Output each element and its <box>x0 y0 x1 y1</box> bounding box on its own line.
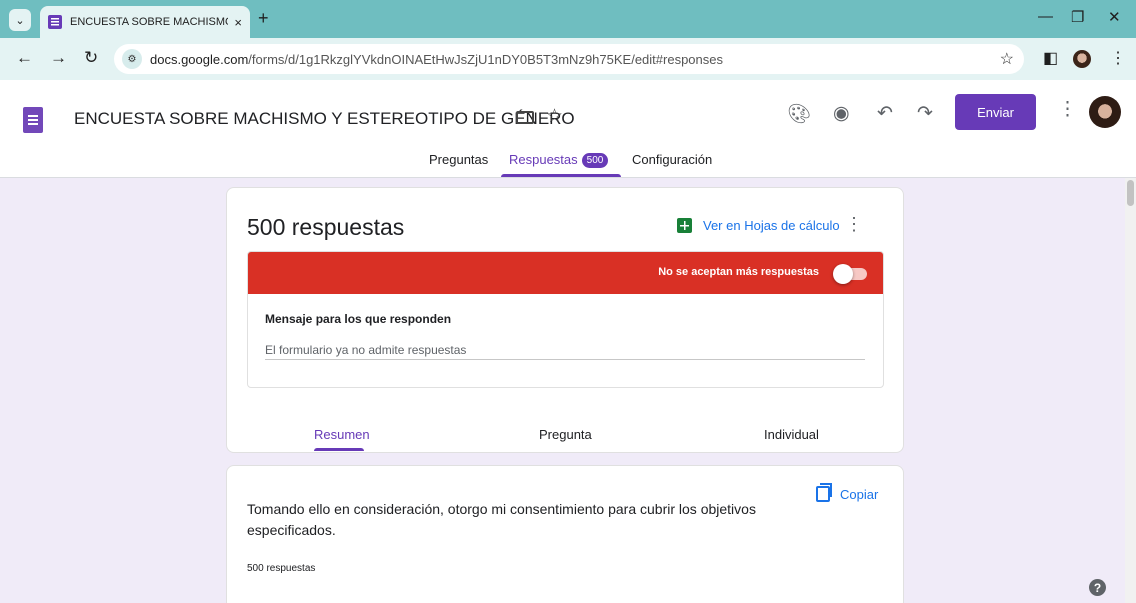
star-icon[interactable]: ☆ <box>546 105 563 128</box>
reload-icon[interactable]: ↻ <box>84 48 98 68</box>
question-title: Tomando ello en consideración, otorgo mi… <box>247 501 756 538</box>
tab-responses[interactable]: Respuestas 500 <box>509 152 609 168</box>
back-arrow-icon[interactable]: ← <box>16 48 33 68</box>
question-summary-card: Copiar Tomando ello en consideración, ot… <box>226 465 904 603</box>
more-options-icon[interactable]: ⋮ <box>1058 98 1077 121</box>
palette-icon[interactable]: 🎨︎ <box>787 102 811 126</box>
copy-icon <box>816 483 832 502</box>
responses-more-icon[interactable]: ⋮ <box>845 214 863 235</box>
redo-icon[interactable]: ↷ <box>917 102 933 125</box>
preview-eye-icon[interactable]: ◉ <box>833 102 850 125</box>
address-bar[interactable]: ⚙ docs.google.com/forms/d/1g1RkzglYVkdnO… <box>114 44 1024 74</box>
restore-icon[interactable]: ❐ <box>1071 8 1084 26</box>
browser-tab-bar: ⌄ ENCUESTA SOBRE MACHISMO × + — ❐ ✕ <box>0 0 1136 38</box>
move-to-folder-icon[interactable] <box>516 111 534 124</box>
profile-avatar-icon[interactable] <box>1073 50 1091 68</box>
browser-menu-icon[interactable]: ⋮ <box>1110 48 1126 68</box>
browser-tab[interactable]: ENCUESTA SOBRE MACHISMO × <box>40 6 250 38</box>
response-count-heading: 500 respuestas <box>247 214 405 240</box>
closed-notice-box: No se aceptan más respuestas Mensaje par… <box>247 251 884 388</box>
browser-toolbar: ← → ↻ ⚙ docs.google.com/forms/d/1g1Rkzgl… <box>0 38 1136 80</box>
toggle-knob[interactable] <box>833 264 853 284</box>
not-accepting-label: No se aceptan más respuestas <box>658 266 819 278</box>
tab-questions[interactable]: Preguntas <box>429 152 488 167</box>
question-response-count: 500 respuestas <box>247 563 316 574</box>
tab-responses-label: Respuestas <box>509 152 578 167</box>
site-info-icon[interactable]: ⚙ <box>122 49 142 69</box>
browser-tab-title: ENCUESTA SOBRE MACHISMO <box>70 16 229 28</box>
help-icon[interactable]: ? <box>1089 579 1106 596</box>
new-tab-icon[interactable]: + <box>258 8 269 29</box>
url-path: /forms/d/1g1RkzglYVkdnOINAEtHwJsZjU1nDY0… <box>248 51 723 67</box>
send-button[interactable]: Enviar <box>955 94 1036 130</box>
tab-settings[interactable]: Configuración <box>632 152 712 167</box>
side-panel-icon[interactable]: ◧ <box>1043 48 1058 68</box>
view-in-sheets-link[interactable]: Ver en Hojas de cálculo <box>677 218 840 233</box>
url-text: docs.google.com/forms/d/1g1RkzglYVkdnOIN… <box>150 52 723 67</box>
bookmark-star-icon[interactable]: ☆ <box>1000 49 1014 69</box>
not-accepting-banner: No se aceptan más respuestas <box>248 252 883 294</box>
forms-header: ENCUESTA SOBRE MACHISMO Y ESTEREOTIPO DE… <box>0 80 1136 178</box>
subtab-individual[interactable]: Individual <box>764 427 819 442</box>
copy-label: Copiar <box>840 486 879 502</box>
subtab-summary[interactable]: Resumen <box>314 427 370 442</box>
active-tab-indicator <box>501 174 621 177</box>
minimize-icon[interactable]: — <box>1038 8 1053 25</box>
forms-favicon-icon <box>48 15 62 29</box>
page-scrollbar[interactable] <box>1125 178 1136 603</box>
forms-logo-icon[interactable] <box>23 107 43 133</box>
copy-chart-button[interactable]: Copiar <box>816 483 879 502</box>
window-close-icon[interactable]: ✕ <box>1108 8 1121 26</box>
url-domain: docs.google.com <box>150 51 249 67</box>
view-in-sheets-label: Ver en Hojas de cálculo <box>703 218 840 233</box>
responses-count-badge: 500 <box>581 153 609 168</box>
undo-icon[interactable]: ↶ <box>877 102 893 125</box>
respondent-message-input[interactable] <box>265 340 865 360</box>
responses-summary-card: 500 respuestas Ver en Hojas de cálculo ⋮… <box>226 187 904 453</box>
form-title[interactable]: ENCUESTA SOBRE MACHISMO Y ESTEREOTIPO DE… <box>74 109 575 129</box>
sheets-icon <box>677 218 692 233</box>
forward-arrow-icon[interactable]: → <box>50 48 67 68</box>
tab-search-chevron-icon[interactable]: ⌄ <box>9 9 31 31</box>
respondent-message-label: Mensaje para los que responden <box>265 312 452 326</box>
scrollbar-thumb[interactable] <box>1127 180 1134 206</box>
avatar[interactable] <box>1089 96 1121 128</box>
tab-close-icon[interactable]: × <box>234 15 242 30</box>
subtab-question[interactable]: Pregunta <box>539 427 592 442</box>
active-subtab-indicator <box>314 448 364 451</box>
